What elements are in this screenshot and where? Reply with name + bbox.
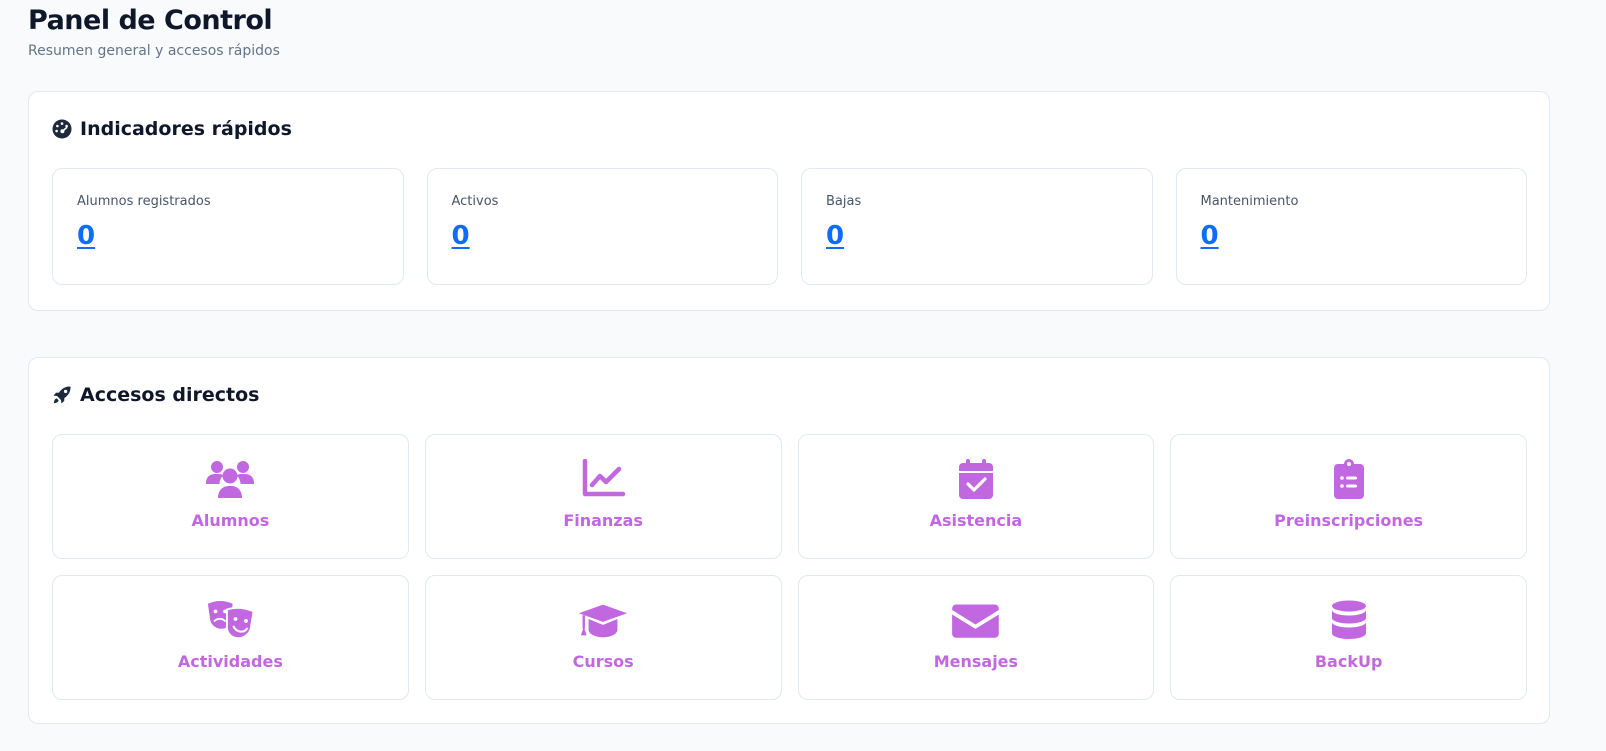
indicators-header: Indicadores rápidos <box>52 118 292 140</box>
shortcut-label: Preinscripciones <box>1274 511 1424 530</box>
indicators-grid: Alumnos registrados 0 Activos 0 Bajas 0 … <box>52 168 1527 285</box>
shortcut-label: BackUp <box>1314 652 1383 671</box>
shortcuts-title: Accesos directos <box>80 384 260 406</box>
shortcuts-grid: Alumnos Finanzas Asistencia Preinscripci… <box>52 434 1527 700</box>
stat-label: Bajas <box>826 194 862 209</box>
stat-label: Activos <box>451 194 499 209</box>
graduation-cap-icon <box>577 598 629 642</box>
stat-alumnos-registrados: Alumnos registrados 0 <box>52 168 404 285</box>
indicators-card: Indicadores rápidos Alumnos registrados … <box>28 91 1550 311</box>
shortcut-alumnos[interactable]: Alumnos <box>52 434 409 559</box>
shortcut-label: Cursos <box>572 652 634 671</box>
shortcut-label: Mensajes <box>933 652 1019 671</box>
shortcut-asistencia[interactable]: Asistencia <box>797 434 1155 559</box>
shortcut-label: Actividades <box>177 652 283 671</box>
shortcut-backup[interactable]: BackUp <box>1170 575 1527 700</box>
dashboard-page: Panel de Control Resumen general y acces… <box>0 0 1606 59</box>
envelope-icon <box>950 598 1002 642</box>
shortcut-preinscripciones[interactable]: Preinscripciones <box>1170 434 1527 559</box>
stat-value-link[interactable]: 0 <box>452 221 470 251</box>
stat-value-link[interactable]: 0 <box>826 221 844 251</box>
stat-mantenimiento: Mantenimiento 0 <box>1175 168 1527 285</box>
shortcut-cursos[interactable]: Cursos <box>424 575 782 700</box>
stat-label: Alumnos registrados <box>77 194 211 209</box>
users-icon <box>204 457 256 501</box>
shortcut-finanzas[interactable]: Finanzas <box>424 434 782 559</box>
shortcut-label: Alumnos <box>191 511 270 530</box>
masks-theater-icon <box>204 598 256 642</box>
stat-bajas: Bajas 0 <box>801 168 1153 285</box>
stat-value-link[interactable]: 0 <box>1201 221 1219 251</box>
stat-value-link[interactable]: 0 <box>77 221 95 251</box>
shortcut-actividades[interactable]: Actividades <box>52 575 409 700</box>
gauge-icon <box>52 119 72 139</box>
chart-line-icon <box>577 457 629 501</box>
shortcut-label: Asistencia <box>929 511 1023 530</box>
stat-activos: Activos 0 <box>426 168 778 285</box>
shortcuts-header: Accesos directos <box>52 384 259 406</box>
shortcut-mensajes[interactable]: Mensajes <box>797 575 1155 700</box>
page-subtitle: Resumen general y accesos rápidos <box>28 43 280 59</box>
rocket-icon <box>52 385 72 405</box>
shortcuts-card: Accesos directos Alumnos Finanzas Asiste… <box>28 357 1550 724</box>
stat-label: Mantenimiento <box>1200 194 1299 209</box>
database-icon <box>1323 598 1375 642</box>
indicators-title: Indicadores rápidos <box>80 118 292 140</box>
page-title: Panel de Control <box>28 5 273 36</box>
calendar-check-icon <box>950 457 1002 501</box>
shortcut-label: Finanzas <box>563 511 643 530</box>
clipboard-list-icon <box>1323 457 1375 501</box>
